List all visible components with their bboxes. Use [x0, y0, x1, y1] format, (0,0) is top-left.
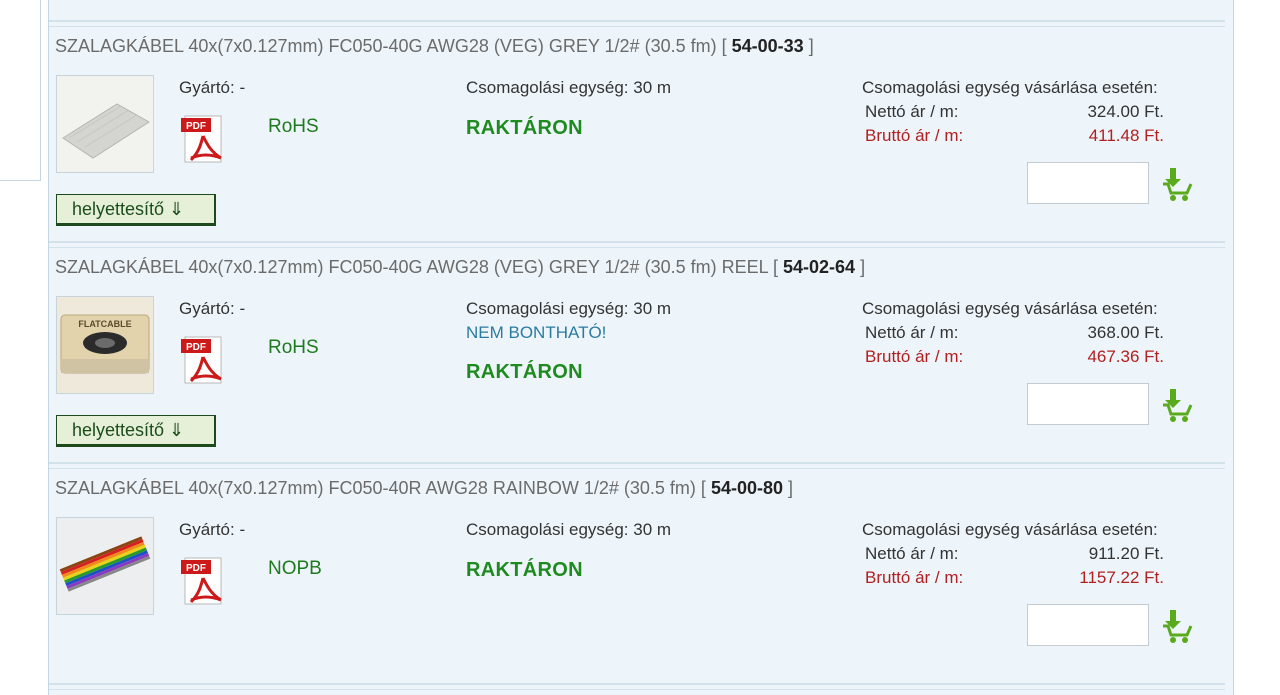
quantity-input[interactable] [1027, 383, 1149, 425]
row-separator [49, 683, 1225, 690]
product-code: 54-00-80 [710, 478, 784, 498]
gross-price-value: 467.36 Ft. [1087, 347, 1164, 366]
rainbow-flat-cable-image[interactable] [56, 517, 154, 615]
product-name[interactable]: SZALAGKÁBEL 40x(7x0.127mm) FC050-40G AWG… [55, 36, 717, 56]
product-title[interactable]: SZALAGKÁBEL 40x(7x0.127mm) FC050-40G AWG… [55, 257, 865, 278]
compliance-label: NOPB [268, 558, 322, 579]
cable-reel-image[interactable]: FLATCABLE [56, 296, 154, 394]
pdf-badge-text: PDF [186, 563, 206, 574]
manufacturer-label: Gyártó: - [179, 78, 246, 97]
left-sidebar-box [0, 0, 41, 181]
reel-label: FLATCABLE [78, 319, 131, 329]
buy-unit-heading: Csomagolási egység vásárlása esetén: [862, 78, 1158, 97]
gross-price-label: Bruttó ár / m: [865, 126, 964, 145]
product-title[interactable]: SZALAGKÁBEL 40x(7x0.127mm) FC050-40G AWG… [55, 36, 814, 57]
net-price-value: 368.00 Ft. [1087, 323, 1164, 342]
product-row: SZALAGKÁBEL 40x(7x0.127mm) FC050-40R AWG… [49, 464, 1233, 684]
bracket-open: [ [721, 36, 727, 56]
gross-price-value: 411.48 Ft. [1088, 126, 1164, 145]
buy-unit-heading: Csomagolási egység vásárlása esetén: [862, 299, 1158, 318]
product-name[interactable]: SZALAGKÁBEL 40x(7x0.127mm) FC050-40G AWG… [55, 257, 768, 277]
pdf-icon[interactable]: PDF [181, 114, 233, 171]
packaging-unit: Csomagolási egység: 30 m [466, 299, 672, 318]
manufacturer-label: Gyártó: - [179, 520, 246, 539]
net-price-label: Nettó ár / m: [865, 102, 959, 121]
bracket-open: [ [700, 478, 706, 498]
bracket-open: [ [772, 257, 778, 277]
product-row: SZALAGKÁBEL 40x(7x0.127mm) FC050-40G AWG… [49, 243, 1233, 463]
product-title[interactable]: SZALAGKÁBEL 40x(7x0.127mm) FC050-40R AWG… [55, 478, 793, 499]
packaging-unit: Csomagolási egység: 30 m [466, 78, 672, 97]
bracket-close: ] [860, 257, 866, 277]
add-to-cart-icon[interactable] [1161, 166, 1195, 207]
substitute-button[interactable]: helyettesítő ⇓ [56, 194, 216, 226]
net-price-label: Nettó ár / m: [865, 544, 959, 563]
product-row: SZALAGKÁBEL 40x(7x0.127mm) FC050-40G AWG… [49, 22, 1233, 242]
compliance-label: RoHS [268, 116, 319, 137]
net-price-value: 324.00 Ft. [1087, 102, 1164, 121]
product-code: 54-02-64 [783, 257, 856, 277]
product-list-panel: SZALAGKÁBEL 40x(7x0.127mm) FC050-40G AWG… [48, 0, 1234, 695]
substitute-button[interactable]: helyettesítő ⇓ [56, 415, 216, 447]
grey-flat-cable-image[interactable] [56, 75, 154, 173]
not-divisible-note: NEM BONTHATÓ! [466, 323, 607, 342]
quantity-input[interactable] [1027, 604, 1149, 646]
packaging-unit: Csomagolási egység: 30 m [466, 520, 672, 539]
compliance-label: RoHS [268, 337, 319, 358]
gross-price-label: Bruttó ár / m: [865, 347, 964, 366]
pdf-icon[interactable]: PDF [181, 335, 233, 392]
pdf-badge-text: PDF [186, 121, 206, 132]
bracket-close: ] [808, 36, 814, 56]
quantity-input[interactable] [1027, 162, 1149, 204]
bracket-close: ] [788, 478, 794, 498]
gross-price-value: 1157.22 Ft. [1079, 568, 1164, 587]
product-code: 54-00-33 [731, 36, 804, 56]
pdf-badge-text: PDF [186, 342, 206, 353]
net-price-label: Nettó ár / m: [865, 323, 959, 342]
product-name[interactable]: SZALAGKÁBEL 40x(7x0.127mm) FC050-40R AWG… [55, 478, 696, 498]
stock-status: RAKTÁRON [466, 559, 583, 581]
stock-status: RAKTÁRON [466, 361, 583, 383]
pdf-icon[interactable]: PDF [181, 556, 233, 613]
stock-status: RAKTÁRON [466, 117, 583, 139]
net-price-value: 911.20 Ft. [1088, 544, 1164, 563]
buy-unit-heading: Csomagolási egység vásárlása esetén: [862, 520, 1158, 539]
add-to-cart-icon[interactable] [1161, 608, 1195, 649]
gross-price-label: Bruttó ár / m: [865, 568, 964, 587]
manufacturer-label: Gyártó: - [179, 299, 246, 318]
add-to-cart-icon[interactable] [1161, 387, 1195, 428]
